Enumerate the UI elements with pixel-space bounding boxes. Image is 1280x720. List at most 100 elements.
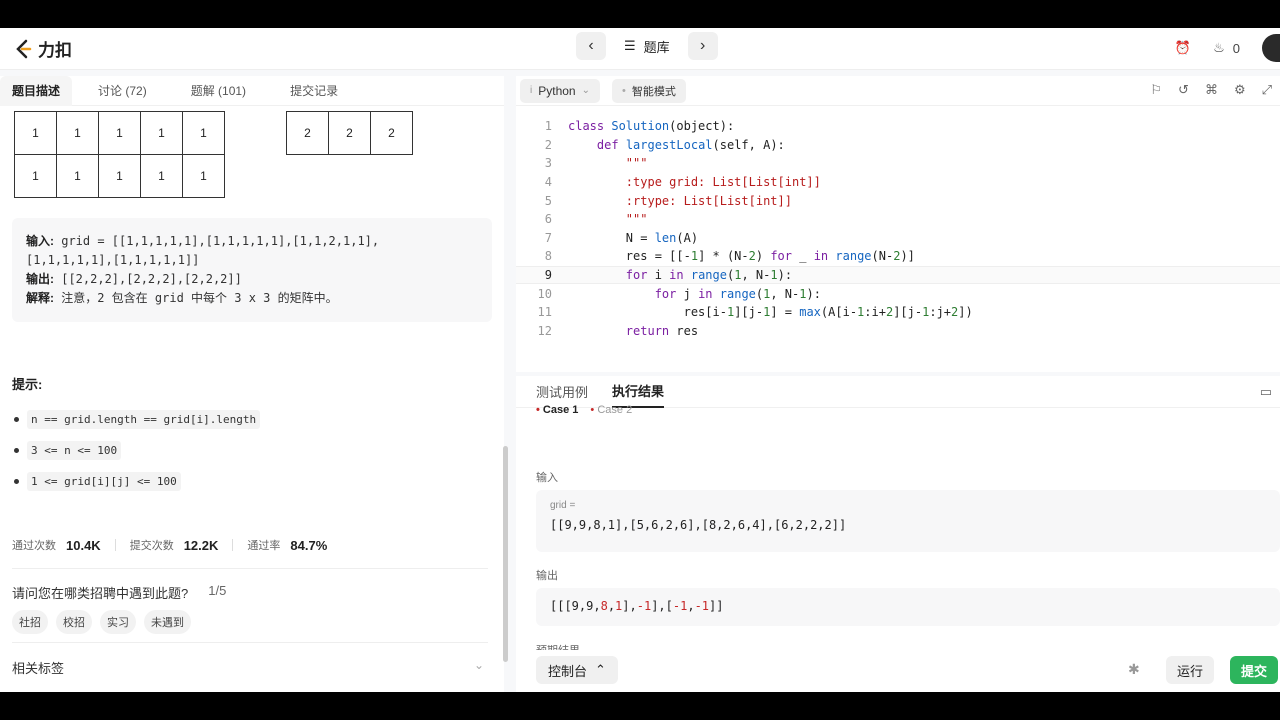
streak[interactable]: ♨ 0 [1213,40,1240,56]
next-problem-button[interactable]: › [687,32,718,60]
hints-title: 提示: [12,377,43,392]
example-input-value-cont: [1,1,1,1,1],[1,1,1,1,1]] [26,253,200,267]
submissions-value: 12.2K [183,537,219,553]
bullet-icon [14,479,19,484]
divider [114,539,116,551]
case-tabs: • Case 1 • Case 2 [536,404,632,416]
grid-cell: 1 [14,111,57,155]
interview-chips: 社招 校招 实习 未遇到 [12,610,191,634]
problem-nav: ‹ ☰ 题库 › [576,32,718,60]
chip-social-hire[interactable]: 社招 [12,610,48,634]
line-number: 7 [544,230,552,245]
submit-button[interactable]: 提交 [1230,656,1278,684]
grid-cell: 1 [56,154,99,198]
tab-discussion[interactable]: 讨论 (72) [86,76,159,106]
bookmark-icon[interactable]: ⚐ [1150,82,1162,98]
tab-submissions[interactable]: 提交记录 [278,76,350,106]
code-line: 12 return res [516,322,1280,341]
grid-cell: 1 [182,154,225,198]
example-block: 输入: grid = [[1,1,1,1,1],[1,1,1,1,1],[1,1… [12,218,492,322]
hint-code: 3 <= n <= 100 [27,441,122,460]
interview-question: 请问您在哪类招聘中遇到此题? 1/5 [12,583,226,602]
logo[interactable]: 力扣 [12,36,72,61]
chevron-right-icon: › [700,37,706,54]
example-input-value: grid = [[1,1,1,1,1],[1,1,1,1,1],[1,1,2,1… [61,234,380,248]
alarm-clock-icon[interactable]: ⏰ [1175,40,1191,56]
prev-problem-button[interactable]: ‹ [576,32,606,60]
question-text: 请问您在哪类招聘中遇到此题? [12,586,189,601]
accepted-value: 10.4K [66,537,101,553]
dot-icon: • [621,84,626,97]
language-label: Python [538,83,576,98]
case-1-label: Case 1 [542,404,579,416]
problem-list-button[interactable]: ☰ 题库 [612,32,682,60]
code-line: 7 N = len(A) [516,229,1280,248]
grid-cell: 2 [370,111,413,155]
hint-code: 1 <= grid[i][j] <= 100 [27,472,181,491]
chip-campus-hire[interactable]: 校招 [56,610,92,634]
list-item: n == grid.length == grid[i].length [14,404,261,435]
case-2-tab[interactable]: • Case 2 [590,404,632,416]
question-count: 1/5 [208,583,227,598]
chip-internship[interactable]: 实习 [100,610,136,634]
logo-text: 力扣 [38,41,72,60]
input-value: [[9,9,8,1],[5,6,2,6],[8,2,6,4],[6,2,2,2]… [550,518,847,532]
submissions-label: 提交次数 [129,540,174,552]
code-area[interactable]: 1 class Solution(object): 2 def largestLo… [516,117,1280,340]
output-value: [[[9,9,8,1],-1],[-1,-1]] [550,599,724,613]
grid-cell: 1 [140,154,183,198]
rate-value: 84.7% [290,537,328,553]
example-output-label: 输出: [26,272,54,286]
input-box: grid = [[9,9,8,1],[5,6,2,6],[8,2,6,4],[6… [536,490,1280,552]
chip-not-encountered[interactable]: 未遇到 [144,610,191,634]
grid-cell: 2 [328,111,371,155]
run-button[interactable]: 运行 [1166,656,1214,684]
line-number: 12 [537,323,552,338]
result-panel: 测试用例 执行结果 ▭ • Case 1 • Case 2 输入 grid = … [516,376,1280,692]
grid-cell: 2 [286,111,329,155]
hint-code: n == grid.length == grid[i].length [27,410,261,429]
code-editor-panel: i Python ⌄ • 智能模式 ⚐ ↺ ⌘ ⚙ ⤢ 1 class Solut… [516,76,1280,372]
problem-list-label: 题库 [643,39,670,55]
chevron-down-icon[interactable]: ⌄ [474,658,484,672]
grid-cell: 1 [56,111,99,155]
tab-description[interactable]: 题目描述 [0,76,73,106]
code-line: 4 :type grid: List[List[int]] [516,173,1280,192]
bullet-icon [14,417,19,422]
rate-label: 通过率 [247,540,281,552]
case-1-tab[interactable]: • Case 1 [536,404,578,416]
shortcut-icon[interactable]: ⌘ [1205,82,1218,98]
list-item: 1 <= grid[i][j] <= 100 [14,466,260,497]
divider [232,539,234,551]
mode-label: 智能模式 [631,85,676,98]
example-output-value: [[2,2,2],[2,2,2],[2,2,2]] [61,272,242,286]
editor-toolbar: i Python ⌄ • 智能模式 ⚐ ↺ ⌘ ⚙ ⤢ [516,76,1280,106]
code-line: 6 """ [516,210,1280,229]
smart-mode-button[interactable]: • 智能模式 [611,78,686,103]
console-button[interactable]: 控制台 ⌃ [536,656,618,684]
problem-panel: 题目描述 讨论 (72) 题解 (101) 提交记录 1 1 1 1 1 1 1… [0,76,504,692]
tab-run-result[interactable]: 执行结果 [612,376,665,408]
grid-cell: 1 [98,111,141,155]
console-bar: 控制台 ⌃ ✱ 运行 提交 [516,650,1280,692]
tab-testcases[interactable]: 测试用例 [536,382,588,401]
output-box: [[[9,9,8,1],-1],[-1,-1]] [536,588,1280,626]
debug-icon[interactable]: ✱ [1128,661,1140,678]
expand-icon[interactable]: ⤢ [1262,82,1272,98]
layout-icon[interactable]: ▭ [1260,384,1272,400]
code-line: 8 res = [[-1] * (N-2) for _ in range(N-2… [516,247,1280,266]
avatar[interactable] [1262,34,1280,62]
scrollbar[interactable] [503,446,508,662]
reset-icon[interactable]: ↺ [1178,82,1189,98]
code-line: 2 def largestLocal(self, A): [516,136,1280,155]
app-window: 力扣 ‹ ☰ 题库 › ⏰ ♨ 0 题目描述 讨论 (72) 题解 (101) … [0,28,1280,692]
language-select[interactable]: i Python ⌄ [520,78,600,103]
chevron-up-icon: ⌃ [595,662,606,677]
tab-solutions[interactable]: 题解 (101) [179,76,258,106]
info-icon: i [530,85,533,96]
line-number: 3 [544,156,552,171]
settings-icon[interactable]: ⚙ [1234,82,1246,98]
streak-count: 0 [1232,40,1240,56]
related-tags-toggle[interactable]: 相关标签 [12,658,64,677]
top-nav: 力扣 ‹ ☰ 题库 › ⏰ ♨ 0 [0,28,1280,70]
